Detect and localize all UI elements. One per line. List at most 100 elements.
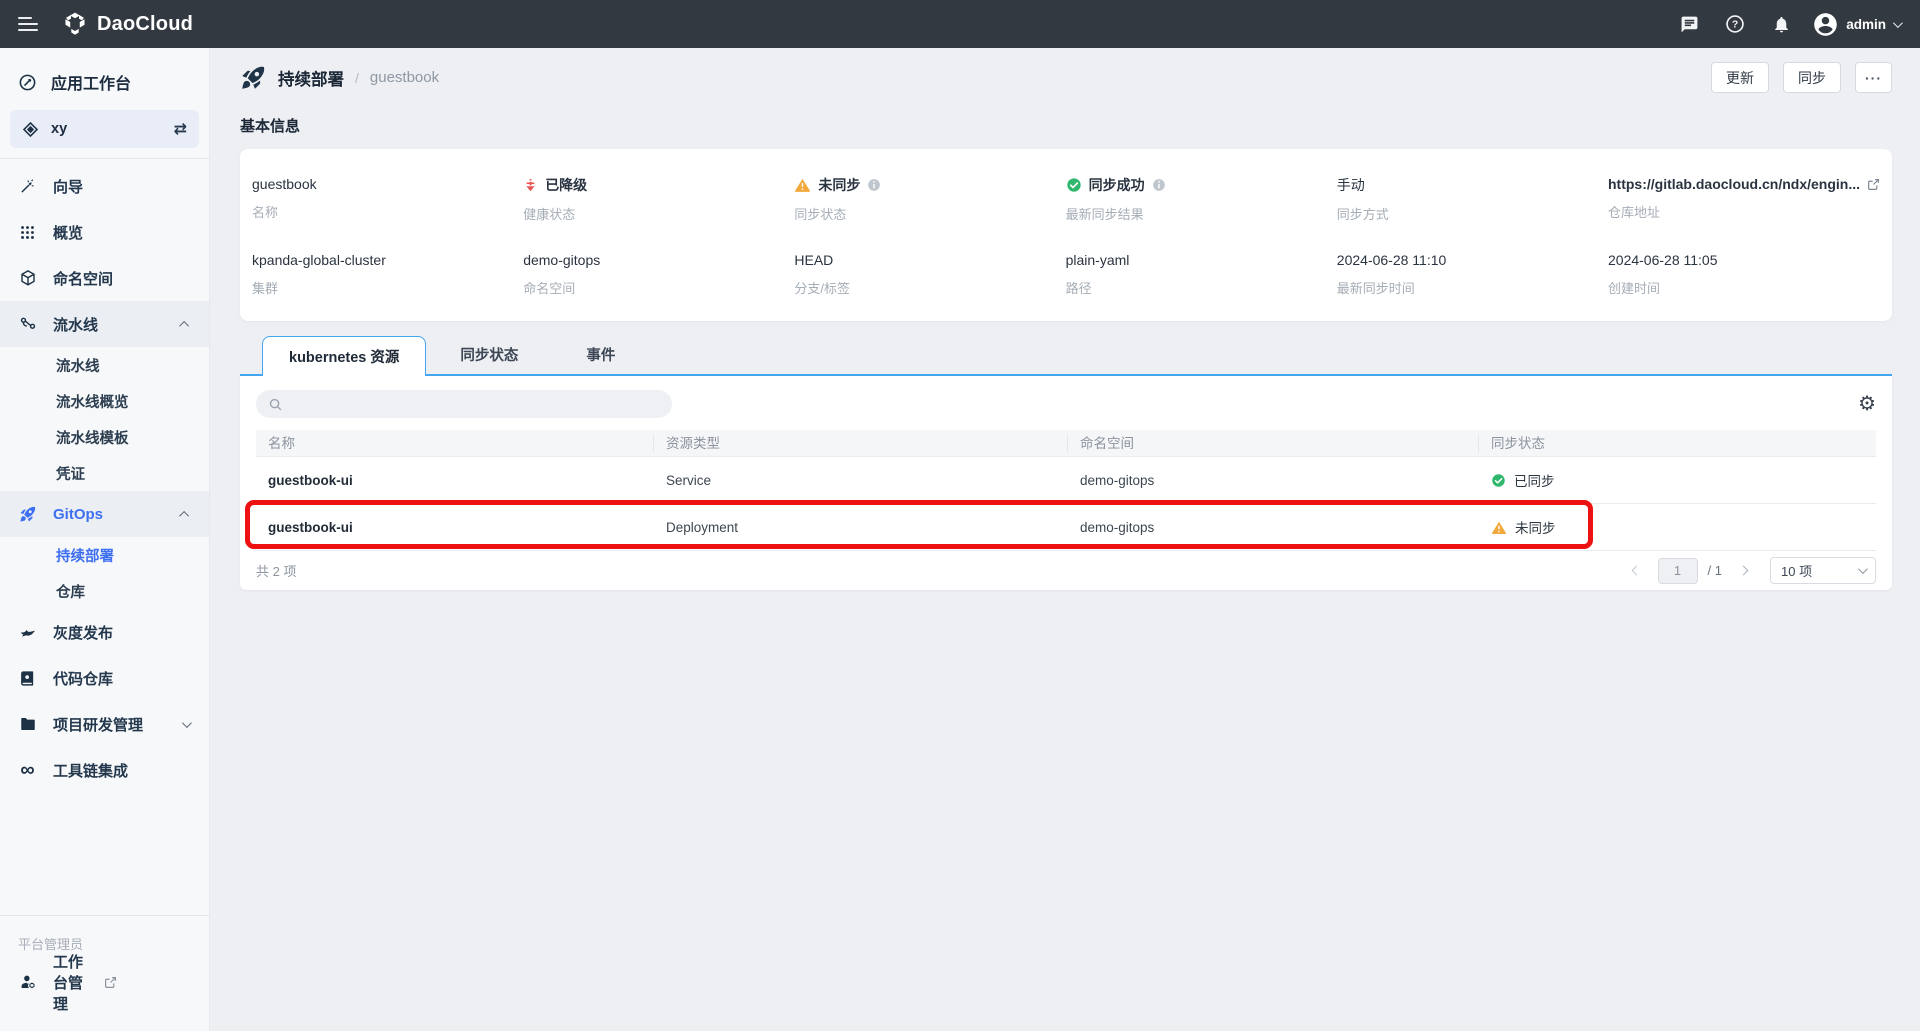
gear-icon[interactable]: ⚙ bbox=[1858, 394, 1876, 414]
tab-kubernetes-resources[interactable]: kubernetes 资源 bbox=[262, 336, 426, 376]
infinity-icon: ∞ bbox=[18, 763, 37, 777]
info-field-sync-result: 同步成功 最新同步结果 bbox=[1066, 175, 1337, 223]
chevron-down-icon bbox=[1893, 18, 1903, 28]
switch-workspace-icon[interactable]: ⇄ bbox=[174, 119, 187, 139]
repo-url-text[interactable]: https://gitlab.daocloud.cn/ndx/engin... bbox=[1608, 176, 1860, 192]
tab-bar: kubernetes 资源 同步状态 事件 bbox=[240, 337, 1892, 376]
chevron-up-icon bbox=[179, 320, 189, 330]
workspace-name: xy bbox=[51, 121, 162, 137]
prev-page-button[interactable] bbox=[1626, 560, 1648, 582]
search-input[interactable] bbox=[256, 390, 672, 418]
basic-info-card: guestbook 名称 已降级 健康状态 未同步 bbox=[240, 149, 1892, 321]
table-footer: 共 2 项 1 / 1 10 项 bbox=[240, 551, 1892, 590]
sidebar-item-pipeline[interactable]: 流水线 bbox=[0, 347, 209, 383]
status-badge: 未同步 bbox=[1491, 517, 1864, 537]
divider bbox=[0, 915, 209, 916]
tab-sync-status[interactable]: 同步状态 bbox=[426, 335, 552, 374]
sidebar-item-pipeline-group[interactable]: 流水线 bbox=[0, 301, 209, 347]
synced-check-icon bbox=[1491, 473, 1506, 488]
grid-dots-icon bbox=[18, 224, 37, 241]
pagination: 1 / 1 10 项 bbox=[1626, 557, 1876, 584]
sidebar: 应用工作台 xy ⇄ 向导 概览 命名空间 bbox=[0, 48, 210, 1031]
menu-toggle-icon[interactable] bbox=[18, 17, 38, 31]
sidebar-item-gitops-group[interactable]: GitOps bbox=[0, 491, 209, 537]
chevron-up-icon bbox=[179, 510, 189, 520]
sidebar-footer: 平台管理员 工作台管理 bbox=[0, 905, 209, 1031]
feedback-icon[interactable] bbox=[1674, 9, 1704, 39]
sidebar-item-repository[interactable]: 仓库 bbox=[0, 573, 209, 609]
table-row[interactable]: guestbook-ui Service demo-gitops 已同步 bbox=[256, 457, 1876, 504]
page-number-input[interactable]: 1 bbox=[1658, 558, 1698, 584]
admin-person-icon bbox=[18, 973, 37, 991]
info-field-branch: HEAD 分支/标签 bbox=[794, 251, 1065, 297]
chevron-down-icon bbox=[182, 718, 192, 728]
more-actions-button[interactable]: ··· bbox=[1855, 62, 1892, 93]
sidebar-section-workbench: 应用工作台 bbox=[0, 66, 209, 98]
info-icon[interactable] bbox=[1152, 178, 1166, 192]
sidebar-item-namespace[interactable]: 命名空间 bbox=[0, 255, 209, 301]
column-header-type[interactable]: 资源类型 bbox=[654, 435, 1068, 452]
sidebar-item-gray-release[interactable]: 灰度发布 bbox=[0, 609, 209, 655]
column-header-sync-status[interactable]: 同步状态 bbox=[1479, 435, 1876, 452]
info-field-last-sync-time: 2024-06-28 11:10 最新同步时间 bbox=[1337, 251, 1608, 297]
rocket-icon bbox=[18, 505, 37, 523]
status-badge: 已同步 bbox=[1491, 470, 1864, 490]
table-row-highlighted[interactable]: guestbook-ui Deployment demo-gitops 未同步 bbox=[256, 504, 1876, 551]
external-link-icon[interactable] bbox=[1867, 178, 1880, 191]
info-icon[interactable] bbox=[867, 178, 881, 192]
workbench-label: 应用工作台 bbox=[51, 70, 131, 94]
sidebar-item-pipeline-overview[interactable]: 流水线概览 bbox=[0, 383, 209, 419]
update-button[interactable]: 更新 bbox=[1711, 62, 1769, 93]
sidebar-item-credentials[interactable]: 凭证 bbox=[0, 455, 209, 491]
sidebar-item-continuous-deployment[interactable]: 持续部署 bbox=[0, 537, 209, 573]
sidebar-item-project-management[interactable]: 项目研发管理 bbox=[0, 701, 209, 747]
notifications-bell-icon[interactable] bbox=[1766, 9, 1796, 39]
column-header-namespace[interactable]: 命名空间 bbox=[1068, 435, 1479, 452]
user-menu[interactable]: admin bbox=[1812, 11, 1900, 38]
tab-events[interactable]: 事件 bbox=[552, 335, 649, 374]
workspace-selector[interactable]: xy ⇄ bbox=[10, 110, 199, 148]
main-content: 持续部署 / guestbook 更新 同步 ··· 基本信息 guestboo… bbox=[210, 48, 1920, 1031]
svg-text:?: ? bbox=[1732, 20, 1738, 31]
sidebar-item-toolchain[interactable]: ∞ 工具链集成 bbox=[0, 747, 209, 793]
total-pages-label: / 1 bbox=[1708, 563, 1722, 578]
total-count: 共 2 项 bbox=[256, 561, 296, 580]
warning-triangle-icon bbox=[794, 177, 811, 193]
search-icon bbox=[268, 397, 283, 412]
cube-icon bbox=[18, 269, 37, 287]
next-page-button[interactable] bbox=[1732, 560, 1754, 582]
sidebar-item-wizard[interactable]: 向导 bbox=[0, 163, 209, 209]
workspace-icon bbox=[22, 121, 39, 138]
breadcrumb-current: guestbook bbox=[370, 69, 439, 86]
column-header-name[interactable]: 名称 bbox=[256, 435, 654, 452]
pipeline-icon bbox=[18, 315, 37, 333]
info-field-create-time: 2024-06-28 11:05 创建时间 bbox=[1608, 251, 1880, 297]
page-size-select[interactable]: 10 项 bbox=[1770, 557, 1876, 584]
search-field[interactable] bbox=[291, 397, 660, 412]
success-check-icon bbox=[1066, 177, 1082, 193]
help-icon[interactable]: ? bbox=[1720, 9, 1750, 39]
brand-name: DaoCloud bbox=[97, 13, 193, 36]
info-field-name: guestbook 名称 bbox=[252, 175, 523, 223]
sidebar-item-code-repo[interactable]: 代码仓库 bbox=[0, 655, 209, 701]
topbar: DaoCloud ? admin bbox=[0, 0, 1920, 48]
degraded-arrow-icon bbox=[523, 177, 538, 193]
sync-button[interactable]: 同步 bbox=[1783, 62, 1841, 93]
table-header: 名称 资源类型 命名空间 同步状态 bbox=[256, 430, 1876, 457]
avatar bbox=[1812, 11, 1839, 38]
code-repo-icon bbox=[18, 670, 37, 687]
sidebar-item-workbench-admin[interactable]: 工作台管理 bbox=[0, 959, 209, 1005]
basic-info-title: 基本信息 bbox=[240, 115, 1892, 136]
sidebar-item-pipeline-template[interactable]: 流水线模板 bbox=[0, 419, 209, 455]
username: admin bbox=[1846, 17, 1886, 32]
info-field-sync-status: 未同步 同步状态 bbox=[794, 175, 1065, 223]
divider bbox=[0, 158, 209, 159]
info-field-health: 已降级 健康状态 bbox=[523, 175, 794, 223]
breadcrumb-parent[interactable]: 持续部署 bbox=[278, 66, 344, 90]
sidebar-item-overview[interactable]: 概览 bbox=[0, 209, 209, 255]
out-of-sync-warning-icon bbox=[1491, 520, 1507, 535]
daocloud-cube-icon bbox=[62, 11, 88, 37]
brand-logo[interactable]: DaoCloud bbox=[62, 11, 193, 37]
bird-icon bbox=[18, 623, 37, 641]
breadcrumb: 持续部署 / guestbook bbox=[240, 64, 439, 91]
